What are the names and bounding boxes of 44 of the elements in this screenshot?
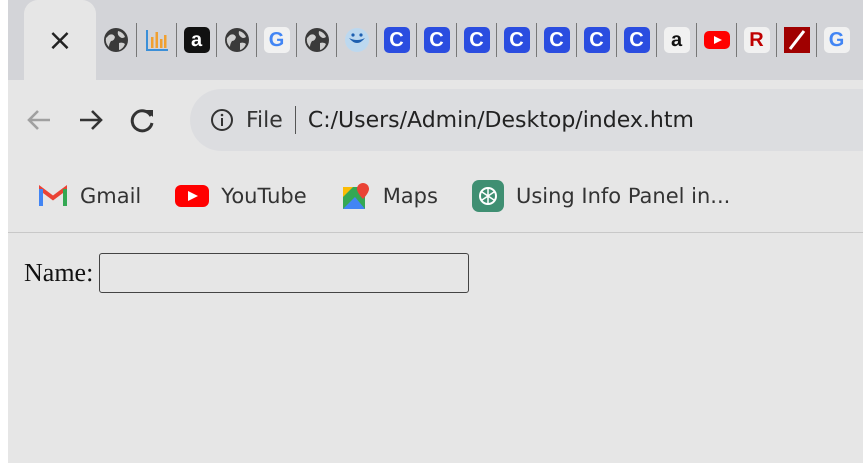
pinned-tab[interactable]: a <box>176 23 216 57</box>
letter-icon: C <box>544 27 570 53</box>
browser-tab[interactable]: × <box>24 0 96 80</box>
letter-icon: C <box>464 27 490 53</box>
pinned-tab[interactable]: a <box>656 23 696 57</box>
bookmark-link[interactable]: Using Info Panel in... <box>516 184 730 208</box>
address-bar[interactable]: File C:/Users/Admin/Desktop/index.htm <box>190 89 863 151</box>
letter-icon: C <box>504 27 530 53</box>
letter-icon: G <box>264 27 290 53</box>
pinned-tab[interactable]: C <box>536 23 576 57</box>
bar-chart-icon <box>144 27 170 53</box>
bookmark-link[interactable]: YouTube <box>221 184 307 208</box>
url-text: C:/Users/Admin/Desktop/index.htm <box>308 108 694 132</box>
close-icon[interactable]: × <box>47 22 73 58</box>
letter-icon: C <box>384 27 410 53</box>
slash-icon <box>784 27 810 53</box>
letter-icon: a <box>184 27 210 53</box>
name-label: Name: <box>24 258 94 288</box>
play-icon <box>175 184 210 208</box>
bookmark-link[interactable]: Gmail <box>80 184 142 208</box>
pinned-tab[interactable]: C <box>416 23 456 57</box>
letter-icon: C <box>424 27 450 53</box>
pinned-tab[interactable]: R <box>736 23 776 57</box>
pinned-tab[interactable]: C <box>576 23 616 57</box>
site-info-label: File <box>246 108 283 132</box>
bookmark-link[interactable]: Maps <box>382 184 438 208</box>
globe-icon <box>304 27 330 53</box>
letter-icon: G <box>824 27 850 53</box>
letter-icon: C <box>624 27 650 53</box>
play-icon <box>704 30 730 50</box>
pinned-tab[interactable]: C <box>616 23 656 57</box>
envelope-icon <box>38 184 68 208</box>
pinned-tab[interactable]: C <box>376 23 416 57</box>
pinned-tab[interactable]: C <box>456 23 496 57</box>
smile-icon <box>344 27 370 53</box>
map-pin-icon <box>340 181 371 211</box>
globe-icon <box>224 27 250 53</box>
letter-icon: C <box>584 27 610 53</box>
info-icon[interactable] <box>210 108 234 132</box>
pinned-tab[interactable]: C <box>496 23 536 57</box>
name-input[interactable] <box>99 253 470 293</box>
globe-icon <box>103 27 129 53</box>
letter-icon: a <box>664 27 690 53</box>
letter-icon: R <box>744 27 770 53</box>
